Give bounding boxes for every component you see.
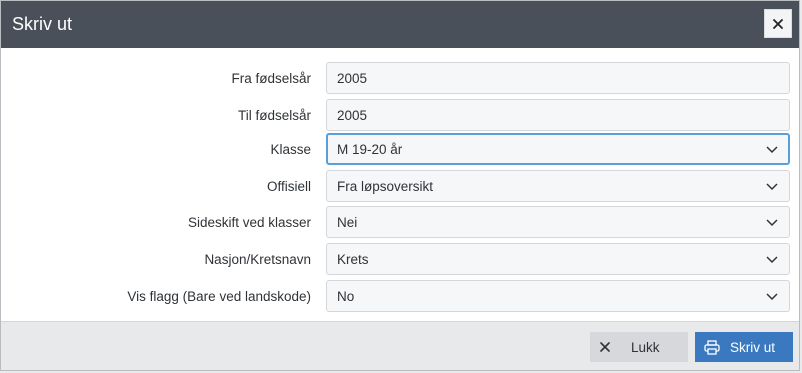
row-page-break: Sideskift ved klasser Nei — [1, 206, 799, 238]
chevron-down-icon — [766, 293, 778, 301]
printer-icon — [704, 339, 720, 355]
show-flag-label: Vis flagg (Bare ved landskode) — [127, 288, 311, 304]
row-nation-district: Nasjon/Kretsnavn Krets — [1, 243, 799, 275]
show-flag-select[interactable]: No — [326, 280, 790, 312]
row-official: Offisiell Fra løpsoversikt — [1, 170, 799, 202]
close-button[interactable]: Lukk — [590, 332, 688, 362]
row-class: Klasse M 19-20 år — [1, 133, 799, 165]
nation-district-select[interactable]: Krets — [326, 243, 790, 275]
dialog-footer: Lukk Skriv ut — [1, 321, 799, 370]
chevron-down-icon — [766, 256, 778, 264]
to-birth-year-label: Til fødselsår — [237, 107, 311, 123]
dialog-close-button[interactable] — [764, 9, 792, 38]
page-break-select[interactable]: Nei — [326, 206, 790, 238]
from-birth-year-input[interactable]: 2005 — [326, 62, 790, 94]
close-button-label: Lukk — [631, 339, 660, 355]
row-from-birth-year: Fra fødselsår 2005 — [1, 62, 799, 94]
official-label: Offisiell — [266, 178, 311, 194]
official-select[interactable]: Fra løpsoversikt — [326, 170, 790, 202]
print-button[interactable]: Skriv ut — [695, 332, 793, 362]
from-birth-year-label: Fra fødselsår — [231, 70, 311, 86]
print-button-label: Skriv ut — [730, 339, 776, 355]
row-to-birth-year: Til fødselsår 2005 — [1, 99, 799, 131]
nation-district-label: Nasjon/Kretsnavn — [204, 251, 311, 267]
dialog-titlebar: Skriv ut — [1, 1, 799, 48]
dialog-body: Fra fødselsår 2005 Til fødselsår 2005 Kl… — [1, 48, 799, 321]
chevron-down-icon — [766, 183, 778, 191]
x-icon — [600, 342, 610, 352]
class-label: Klasse — [270, 141, 311, 157]
close-icon — [773, 18, 783, 29]
print-dialog: Skriv ut Fra fødselsår 2005 Til fødselså… — [0, 0, 800, 371]
dialog-title: Skriv ut — [12, 14, 73, 34]
class-select[interactable]: M 19-20 år — [326, 133, 790, 165]
chevron-down-icon — [766, 219, 778, 227]
to-birth-year-input[interactable]: 2005 — [326, 99, 790, 131]
row-show-flag: Vis flagg (Bare ved landskode) No — [1, 280, 799, 312]
chevron-down-icon — [766, 146, 778, 154]
page-break-label: Sideskift ved klasser — [187, 214, 311, 230]
